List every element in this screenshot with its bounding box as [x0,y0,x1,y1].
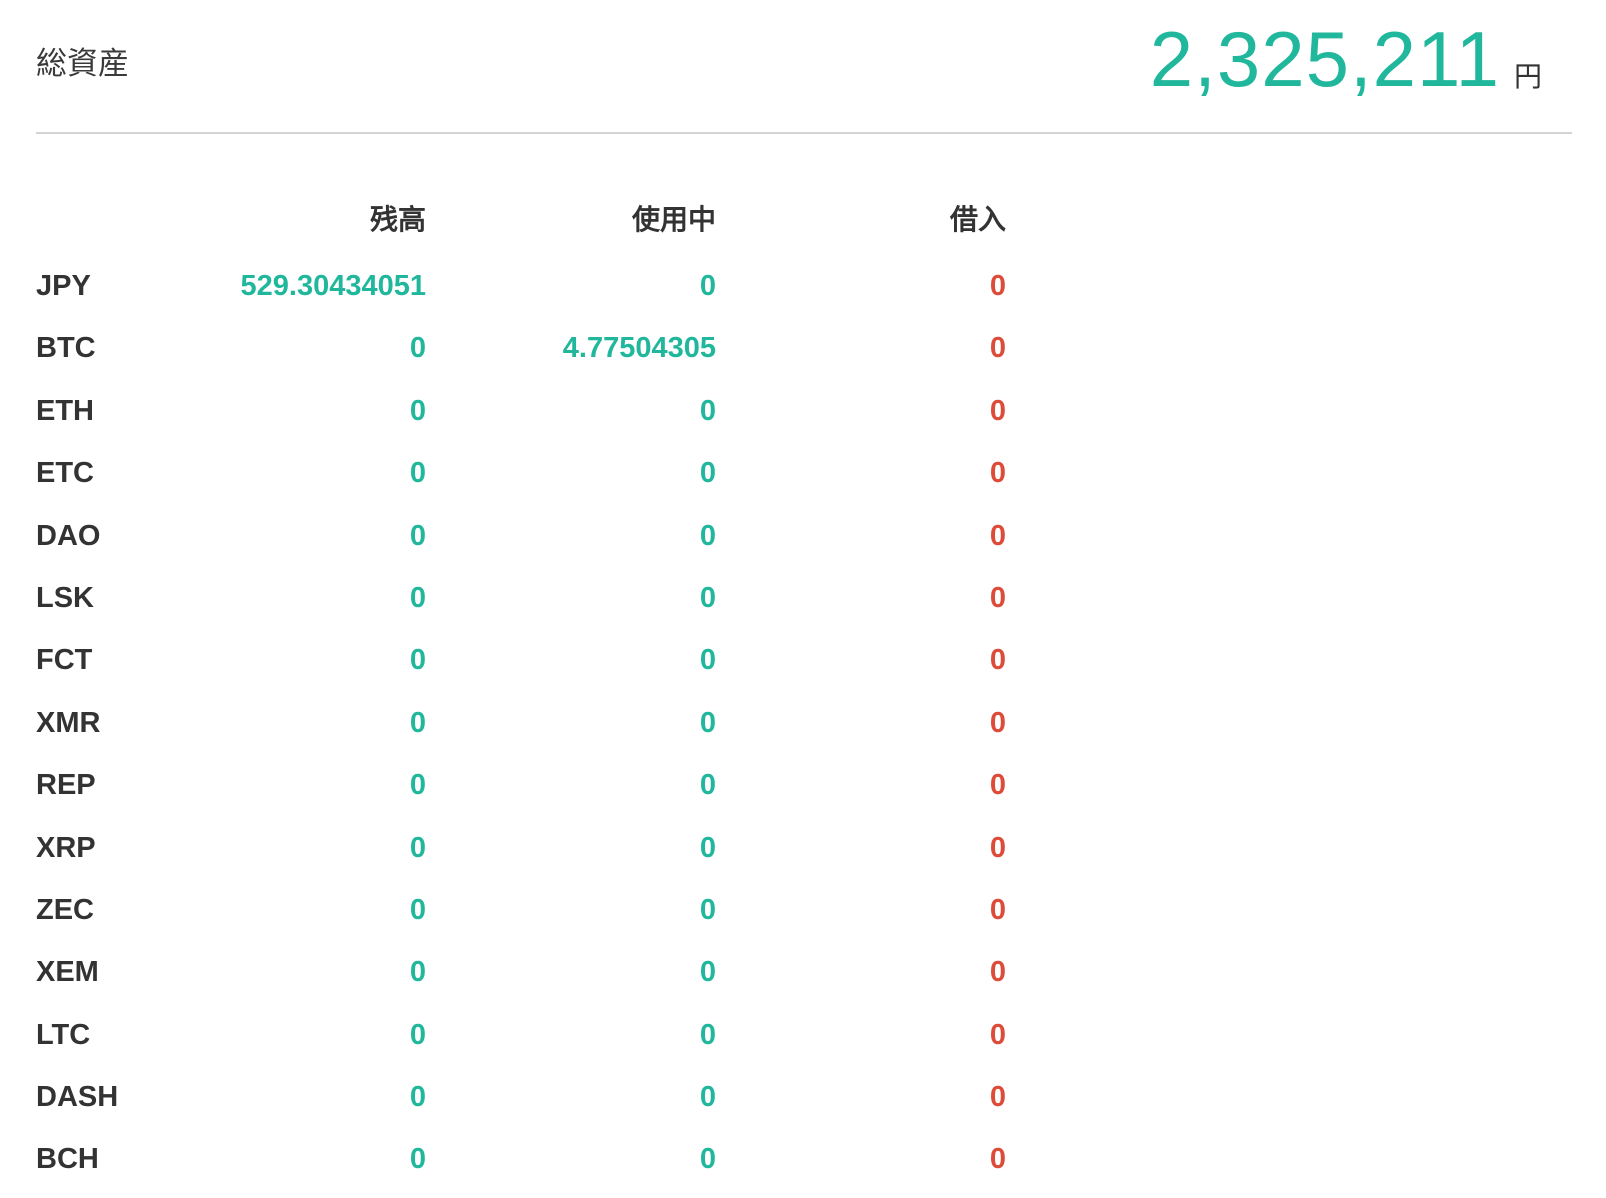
in-use-value: 0 [699,831,716,864]
table-row: REP 0 0 0 [36,754,1036,816]
currency-symbol: BTC [36,332,96,365]
currency-symbol: XMR [36,706,101,739]
in-use-value: 0 [699,1018,716,1051]
borrowed-value: 0 [989,270,1006,302]
borrowed-value: 0 [989,706,1006,739]
currency-symbol: XEM [36,956,99,989]
balance-value: 0 [409,893,426,926]
in-use-value: 0 [699,1081,716,1114]
table-row: XEM 0 0 0 [36,941,1036,1003]
in-use-value: 0 [699,644,716,677]
balance-value: 0 [409,332,426,365]
borrowed-value: 0 [989,519,1006,552]
table-row: ETH 0 0 0 [36,380,1036,442]
balance-value: 0 [409,1018,426,1051]
balance-value: 0 [409,831,426,864]
in-use-value: 0 [699,1143,716,1176]
balance-value: 0 [409,519,426,552]
currency-symbol: LSK [36,581,94,614]
table-row: LSK 0 0 0 [36,567,1036,629]
currency-symbol: DAO [36,519,101,552]
balance-value: 0 [409,644,426,677]
balance-value: 0 [409,769,426,802]
balance-value: 0 [409,956,426,989]
balance-value: 0 [409,394,426,427]
table-row: DASH 0 0 0 [36,1066,1036,1128]
borrowed-value: 0 [989,769,1006,802]
borrowed-value: 0 [989,893,1006,926]
currency-symbol: REP [36,769,96,802]
balance-value: 0 [409,1081,426,1114]
currency-symbol: ETC [36,457,94,490]
in-use-value: 4.77504305 [562,332,716,365]
currency-symbol: ZEC [36,893,94,926]
balance-value: 0 [409,457,426,490]
table-row: XMR 0 0 0 [36,692,1036,754]
in-use-value: 0 [699,706,716,739]
table-row: BTC 0 4.77504305 0 [36,317,1036,379]
column-header-borrowed: 借入 [949,203,1006,236]
balance-value: 529.30434051 [240,270,426,302]
table-row: DAO 0 0 0 [36,505,1036,567]
currency-symbol: FCT [36,644,93,677]
in-use-value: 0 [699,457,716,490]
borrowed-value: 0 [989,394,1006,427]
currency-symbol: LTC [36,1018,91,1051]
borrowed-value: 0 [989,956,1006,989]
table-row: XRP 0 0 0 [36,817,1036,879]
in-use-value: 0 [699,270,716,302]
total-assets-unit: 円 [1513,60,1542,93]
currency-symbol: XRP [36,831,96,864]
borrowed-value: 0 [989,1081,1006,1114]
total-assets-amount: 2,325,211 円 [1150,20,1542,98]
borrowed-value: 0 [989,644,1006,677]
asset-balance-table: JPY 529.30434051 0 0 BTC 0 4.77504305 0 … [36,255,1036,1191]
table-row: JPY 529.30434051 0 0 [36,255,1036,317]
borrowed-value: 0 [989,831,1006,864]
in-use-value: 0 [699,893,716,926]
in-use-value: 0 [699,519,716,552]
table-row: LTC 0 0 0 [36,1004,1036,1066]
balance-value: 0 [409,581,426,614]
total-assets-label: 総資産 [36,46,129,82]
borrowed-value: 0 [989,457,1006,490]
currency-symbol: ETH [36,394,94,427]
table-row: BCH 0 0 0 [36,1128,1036,1190]
in-use-value: 0 [699,769,716,802]
table-row: ZEC 0 0 0 [36,879,1036,941]
total-assets-value: 2,325,211 [1149,15,1500,103]
total-assets-header: 総資産 2,325,211 円 [36,0,1572,134]
in-use-value: 0 [699,394,716,427]
borrowed-value: 0 [989,1143,1006,1176]
in-use-value: 0 [699,956,716,989]
currency-symbol: BCH [36,1143,99,1176]
borrowed-value: 0 [989,1018,1006,1051]
currency-symbol: DASH [36,1081,119,1114]
table-row: FCT 0 0 0 [36,629,1036,691]
column-header-balance: 残高 [369,203,426,236]
borrowed-value: 0 [989,581,1006,614]
currency-symbol: JPY [36,270,91,302]
column-header-in-use: 使用中 [631,203,716,236]
borrowed-value: 0 [989,332,1006,365]
in-use-value: 0 [699,581,716,614]
table-row: ETC 0 0 0 [36,442,1036,504]
balance-value: 0 [409,706,426,739]
balance-value: 0 [409,1143,426,1176]
